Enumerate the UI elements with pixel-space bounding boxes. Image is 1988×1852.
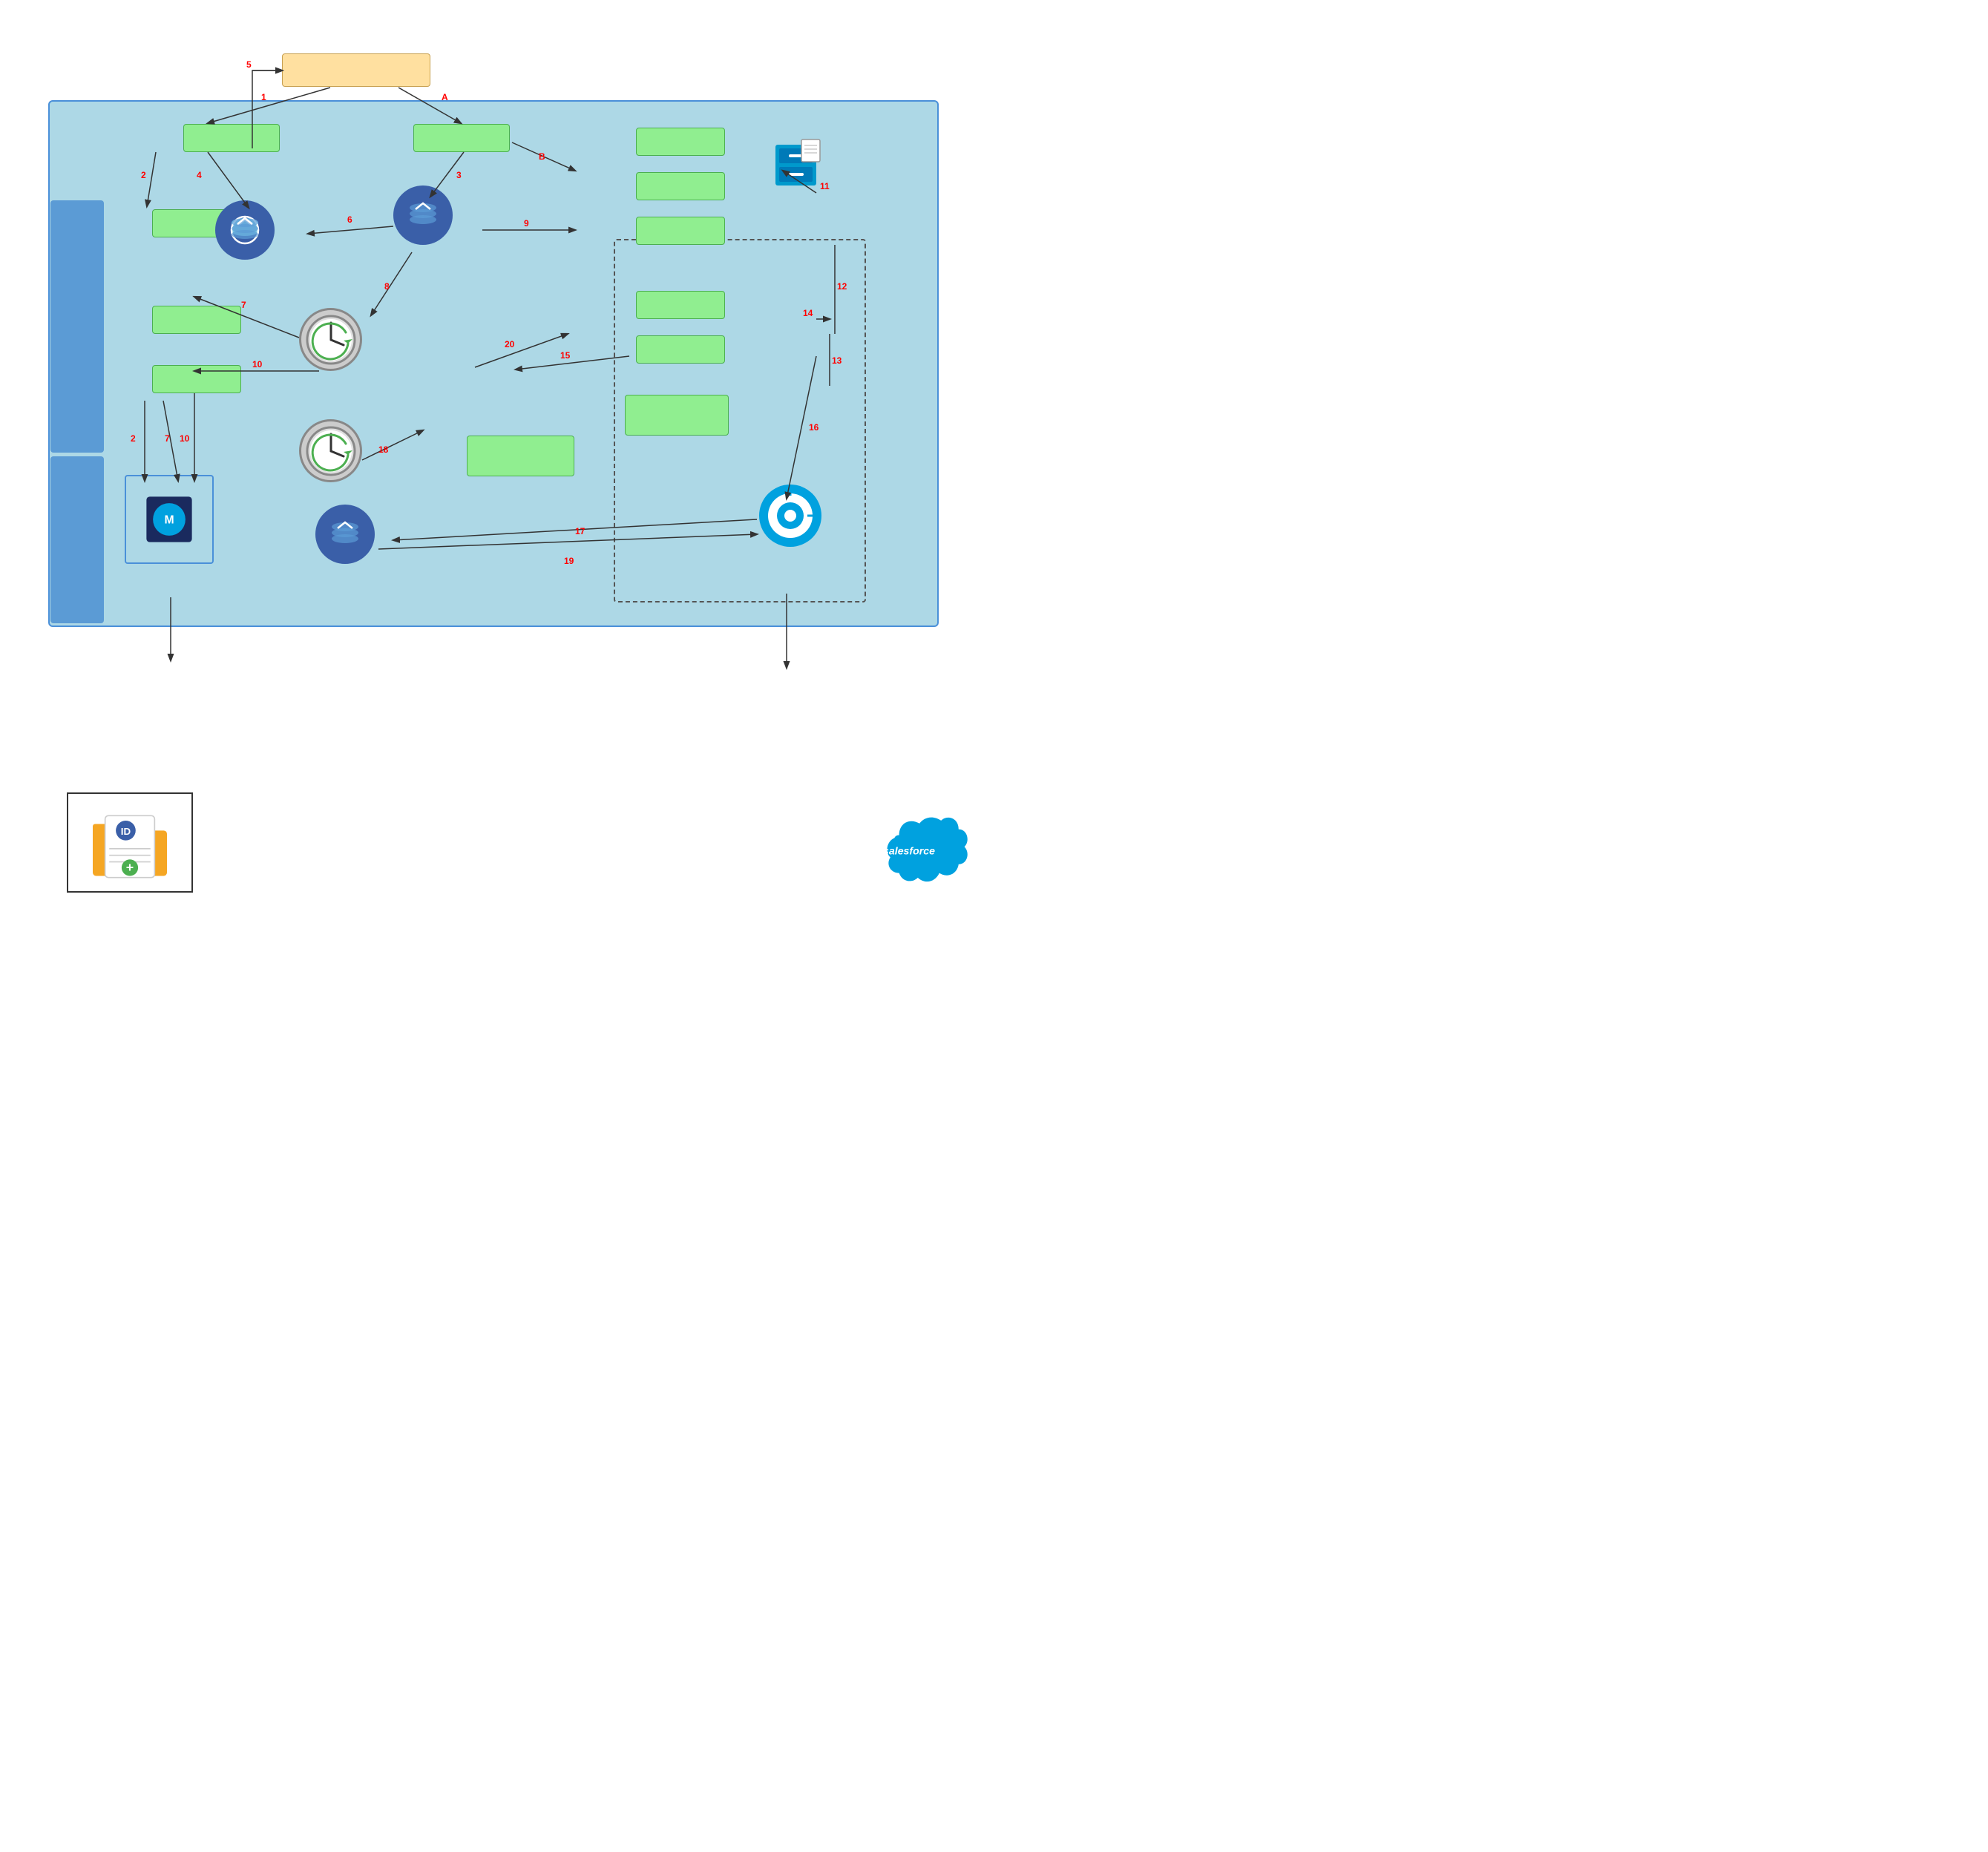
consumer-scheduler-box [282,53,430,87]
download-box [152,365,241,393]
ms-jobs-os-icon [215,200,275,260]
svg-text:salesforce: salesforce [883,844,935,856]
manage-job-box [413,124,510,152]
salesforce-cloud-icon: salesforce [850,815,968,896]
update-status-box [625,395,729,436]
temp-file-store-icon [768,134,827,193]
svg-text:+: + [126,859,134,874]
status-check-box [152,306,241,334]
write-csv-box [636,172,725,200]
bcda-sync-box [183,124,280,152]
mule-soft-box: M [125,475,214,564]
cms-bcda-box: ID + [67,792,193,893]
svg-text:ID: ID [121,825,131,836]
process-api-label [50,200,104,453]
svg-text:5: 5 [246,59,252,70]
map-to-csv-box [636,128,725,156]
delete-csv-box [636,335,725,364]
cdp-connector-icon [757,482,824,549]
upload-to-dc-box [636,291,725,319]
data-cloud-job-status-icon [299,419,362,482]
status-os-icon [393,185,453,245]
check-dc-job-box [467,436,574,476]
dc-jobs-os-icon [315,505,375,564]
dispatch-jobs-icon [299,308,362,371]
svg-text:M: M [164,513,174,526]
system-api-label [50,456,104,623]
create-dc-job-box [636,217,725,245]
